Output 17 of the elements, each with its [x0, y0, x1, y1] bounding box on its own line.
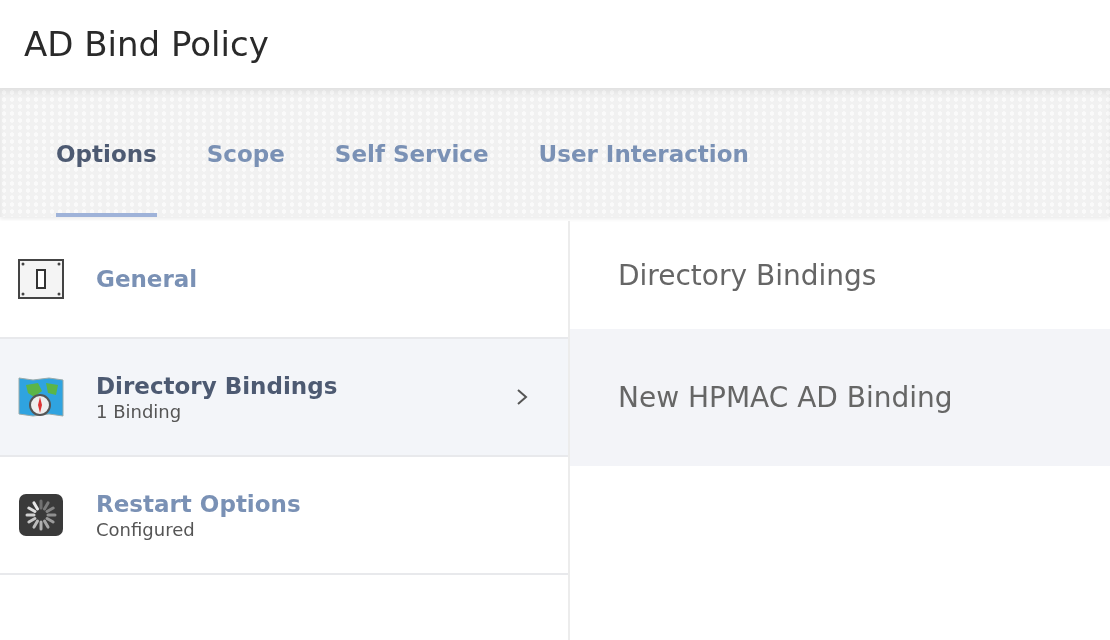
tab[interactable]: Scope	[206, 89, 285, 217]
item-subtitle: Configured	[96, 518, 196, 540]
page-title: AD Bind Policy	[24, 24, 269, 64]
map-compass-icon	[18, 377, 64, 417]
binding-list-item[interactable]: New HPMAC AD Binding	[570, 329, 1110, 466]
sidebar-item[interactable]: Directory Bindings 1 Binding	[0, 339, 568, 457]
item-subtitle: 1 Binding	[96, 400, 183, 422]
tab[interactable]: User Interaction	[538, 89, 749, 217]
item-title: Restart Options	[96, 490, 302, 517]
spinner-icon	[18, 493, 64, 537]
light-switch-icon	[18, 259, 64, 299]
tab[interactable]: Self Service	[334, 89, 489, 217]
section-heading: Directory Bindings	[617, 257, 878, 294]
item-title: Directory Bindings	[96, 372, 339, 399]
chevron-right-icon	[516, 388, 528, 406]
tab[interactable]: Options	[56, 89, 157, 217]
item-title: General	[96, 266, 199, 292]
